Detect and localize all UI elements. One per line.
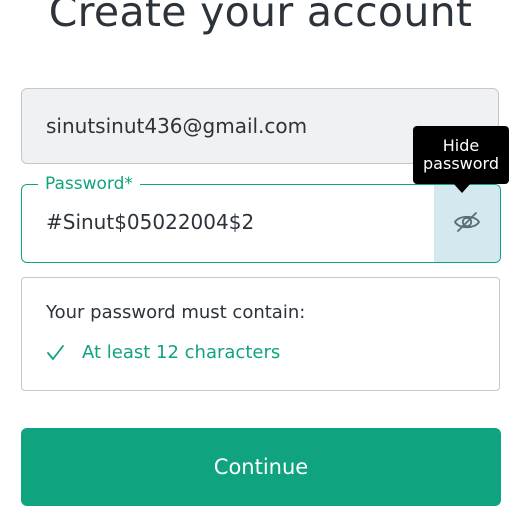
- requirement-label: At least 12 characters: [82, 342, 281, 363]
- hide-password-tooltip: Hide password: [413, 126, 509, 193]
- tooltip-line-1: Hide: [442, 136, 480, 155]
- continue-button[interactable]: Continue: [21, 428, 501, 506]
- email-value: sinutsinut436@gmail.com: [46, 114, 308, 138]
- password-value: #Sinut$05022004$2: [46, 210, 255, 234]
- signup-page: Create your account sinutsinut436@gmail.…: [0, 0, 509, 519]
- password-label: Password*: [38, 172, 140, 196]
- requirement-item: At least 12 characters: [46, 342, 280, 363]
- password-field[interactable]: Password* #Sinut$05022004$2: [21, 172, 501, 263]
- tooltip-line-2: password: [423, 154, 499, 173]
- toggle-password-visibility-button[interactable]: [434, 185, 500, 262]
- requirements-title: Your password must contain:: [46, 302, 306, 323]
- check-icon: [46, 344, 66, 362]
- eye-slash-icon: [453, 210, 481, 238]
- password-requirements: Your password must contain: At least 12 …: [21, 277, 500, 391]
- page-title: Create your account: [48, 0, 473, 36]
